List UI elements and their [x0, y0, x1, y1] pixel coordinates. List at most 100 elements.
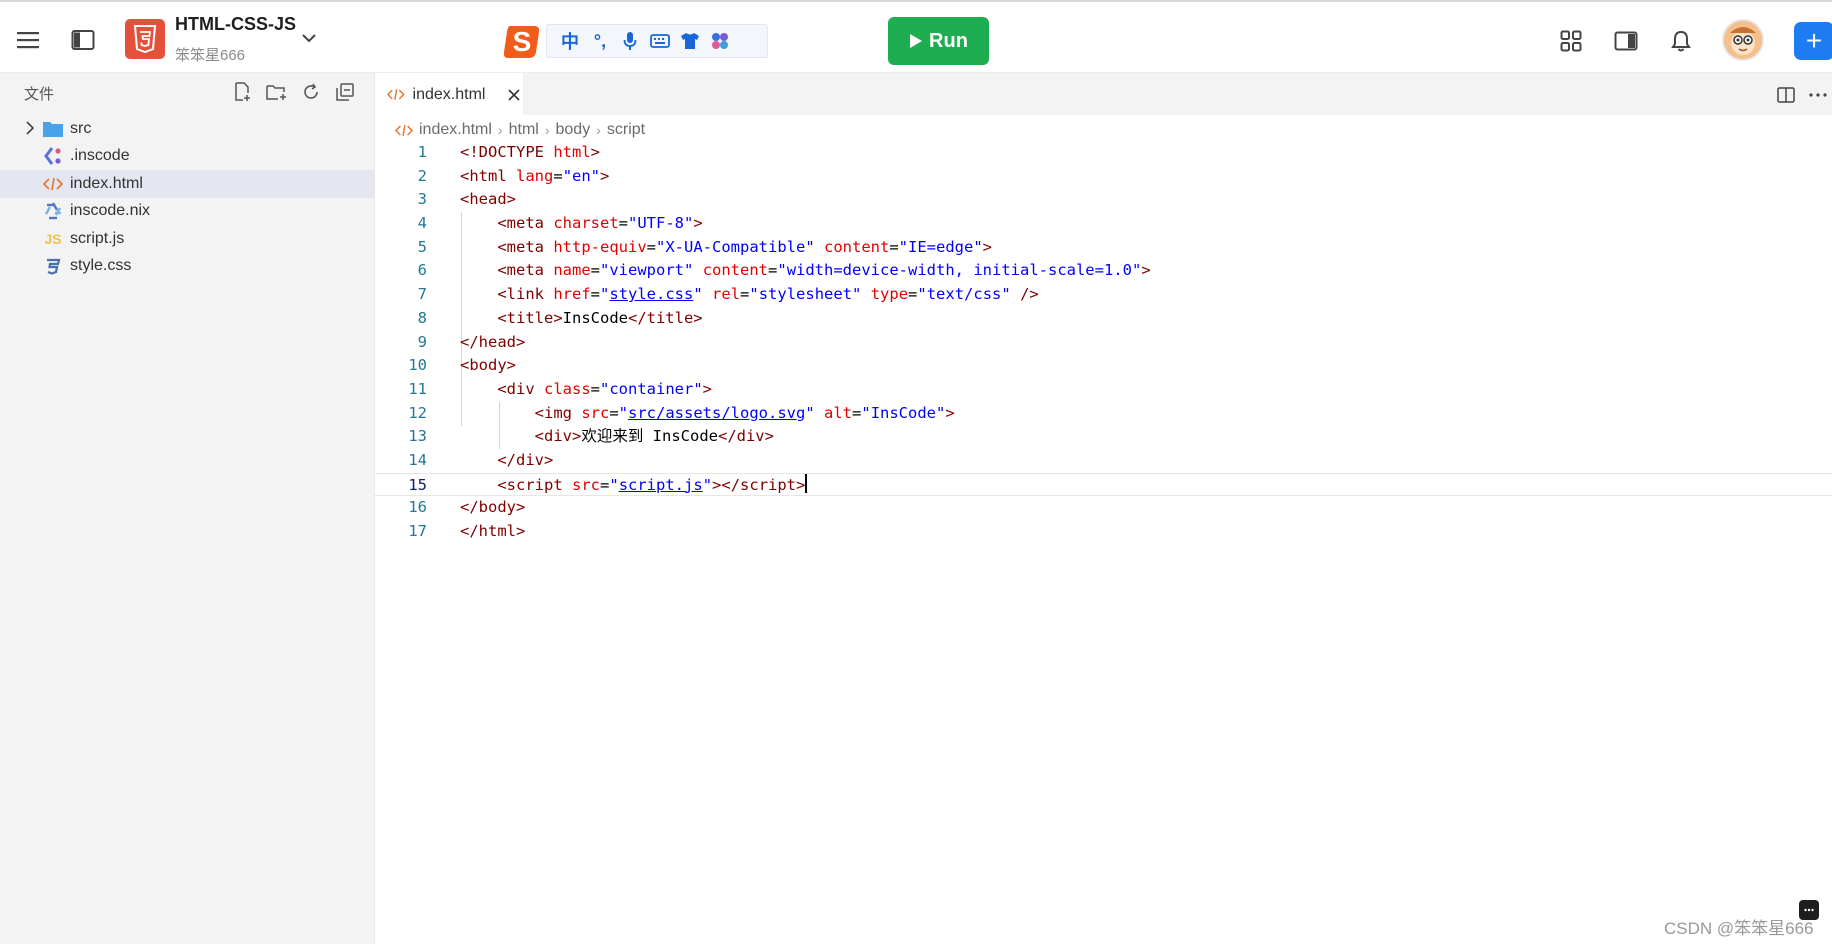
- sogou-logo-icon[interactable]: S: [500, 21, 544, 61]
- line-content: <img src="src/assets/logo.svg" alt="InsC…: [534, 403, 955, 422]
- run-label: Run: [929, 29, 968, 52]
- html5-logo-icon: [125, 19, 165, 59]
- explorer-header: 文件: [0, 73, 374, 113]
- tree-item-inscode-nix[interactable]: inscode.nix: [0, 198, 374, 226]
- code-line[interactable]: 5 <meta http-equiv="X-UA-Compatible" con…: [375, 236, 1832, 260]
- chat-icon[interactable]: [1799, 900, 1819, 920]
- line-number: 8: [417, 308, 427, 327]
- inscode-icon: [42, 146, 64, 166]
- editor: index.html index.html › html › body › sc…: [375, 73, 1832, 944]
- tree-item-inscode[interactable]: .inscode: [0, 143, 374, 171]
- new-folder-icon[interactable]: [266, 80, 288, 104]
- new-file-icon[interactable]: [232, 80, 254, 104]
- bell-icon[interactable]: [1666, 26, 1696, 56]
- project-title[interactable]: HTML-CSS-JS: [175, 14, 296, 35]
- code-line[interactable]: 2 <html lang="en">: [375, 165, 1832, 189]
- line-number: 3: [417, 190, 427, 209]
- chevron-right-icon: ›: [596, 122, 601, 138]
- tab-label: index.html: [412, 85, 486, 103]
- project-owner: 笨笨星666: [175, 47, 246, 64]
- code-line[interactable]: 14 </div>: [375, 449, 1832, 473]
- apps-grid-icon[interactable]: [1556, 26, 1586, 56]
- tree-item-label: index.html: [70, 174, 143, 192]
- line-content: </head>: [460, 332, 526, 351]
- breadcrumb-item[interactable]: body: [556, 121, 591, 139]
- breadcrumb-item[interactable]: index.html: [419, 121, 492, 139]
- line-content: <script src="script.js"></script>: [497, 473, 808, 494]
- tree-item-label: .inscode: [70, 147, 130, 165]
- chevron-right-icon[interactable]: [22, 120, 38, 136]
- tree-item-label: script.js: [70, 229, 125, 247]
- code-line[interactable]: 8 <title>InsCode</title>: [375, 307, 1832, 331]
- watermark: CSDN @笨笨星666: [1664, 919, 1814, 938]
- menu-icon[interactable]: [12, 24, 44, 56]
- close-icon[interactable]: [505, 86, 523, 104]
- code-line[interactable]: 4 <meta charset="UTF-8">: [375, 212, 1832, 236]
- ime-punctuation[interactable]: °,: [585, 26, 615, 56]
- collapse-all-icon[interactable]: [334, 80, 356, 104]
- tab-index-html[interactable]: index.html: [375, 73, 523, 115]
- split-editor-icon[interactable]: [1775, 84, 1797, 106]
- breadcrumb-item[interactable]: html: [509, 121, 539, 139]
- line-content: <div>欢迎来到 InsCode</div>: [534, 427, 774, 446]
- line-content: <link href="style.css" rel="stylesheet" …: [497, 285, 1039, 304]
- tree-item-src[interactable]: src: [0, 115, 374, 143]
- play-icon: [910, 34, 923, 48]
- sidebar-toggle-icon[interactable]: [67, 24, 99, 56]
- line-content: <head>: [460, 190, 516, 209]
- line-content: </body>: [460, 498, 526, 517]
- chevron-right-icon: ›: [497, 122, 503, 138]
- line-content: <meta name="viewport" content="width=dev…: [497, 261, 1151, 280]
- line-content: </div>: [497, 450, 554, 469]
- run-button[interactable]: Run: [888, 17, 989, 65]
- skin-shirt-icon[interactable]: [675, 26, 705, 56]
- code-line-active[interactable]: 15 <script src="script.js"></script>: [375, 472, 1832, 497]
- code-area[interactable]: 1 <!DOCTYPE html> 2 <html lang="en"> 3 <hea…: [375, 141, 1832, 544]
- code-line[interactable]: 12 <img src="src/assets/logo.svg" alt="I…: [375, 402, 1832, 426]
- code-line[interactable]: 9 </head>: [375, 331, 1832, 355]
- explorer-title: 文件: [24, 85, 55, 103]
- tab-bar: index.html: [375, 73, 1832, 115]
- tree-item-style-css[interactable]: style.css: [0, 253, 374, 281]
- code-line[interactable]: 17 </html>: [375, 520, 1832, 544]
- line-number: 14: [408, 450, 427, 469]
- code-line[interactable]: 16 </body>: [375, 496, 1832, 520]
- line-content: <!DOCTYPE html>: [460, 143, 601, 161]
- toolbox-icon[interactable]: [705, 26, 735, 56]
- add-button[interactable]: +: [1794, 22, 1832, 60]
- css-file-icon: [42, 256, 64, 276]
- line-content: <meta charset="UTF-8">: [497, 214, 703, 233]
- chevron-down-icon[interactable]: [297, 26, 321, 50]
- tree-item-index-html[interactable]: index.html: [0, 170, 374, 198]
- html-file-icon: [395, 124, 413, 136]
- code-line[interactable]: 7 <link href="style.css" rel="stylesheet…: [375, 283, 1832, 307]
- ime-chinese-mode[interactable]: 中: [555, 26, 585, 56]
- code-line[interactable]: 10 <body>: [375, 354, 1832, 378]
- top-bar: HTML-CSS-JS 笨笨星666 S 中 °, Run +: [0, 0, 1832, 73]
- code-line[interactable]: 6 <meta name="viewport" content="width=d…: [375, 259, 1832, 283]
- line-content: <body>: [460, 356, 516, 375]
- line-content: <div class="container">: [497, 379, 713, 398]
- avatar[interactable]: [1722, 19, 1764, 61]
- breadcrumb-item[interactable]: script: [607, 121, 645, 139]
- microphone-icon[interactable]: [615, 26, 645, 56]
- code-line[interactable]: 1 <!DOCTYPE html>: [375, 141, 1832, 165]
- line-number: 11: [408, 379, 427, 398]
- line-number: 7: [417, 285, 427, 304]
- panel-layout-icon[interactable]: [1611, 26, 1641, 56]
- text-cursor: [805, 473, 808, 493]
- folder-icon: [42, 119, 64, 139]
- keyboard-icon[interactable]: [645, 26, 675, 56]
- code-line[interactable]: 11 <div class="container">: [375, 378, 1832, 402]
- html-file-icon: [42, 174, 64, 194]
- refresh-icon[interactable]: [300, 80, 322, 104]
- code-line[interactable]: 13 <div>欢迎来到 InsCode</div>: [375, 425, 1832, 449]
- code-line[interactable]: 3 <head>: [375, 188, 1832, 212]
- tree-item-script-js[interactable]: JS script.js: [0, 225, 374, 253]
- html-file-icon: [387, 89, 405, 100]
- tree-item-label: src: [70, 119, 92, 137]
- file-tree: src .inscode index.html inscode.nix JS s…: [0, 115, 374, 280]
- more-actions-icon[interactable]: [1806, 84, 1830, 106]
- line-number: 17: [408, 522, 427, 540]
- line-content: <title>InsCode</title>: [497, 308, 703, 327]
